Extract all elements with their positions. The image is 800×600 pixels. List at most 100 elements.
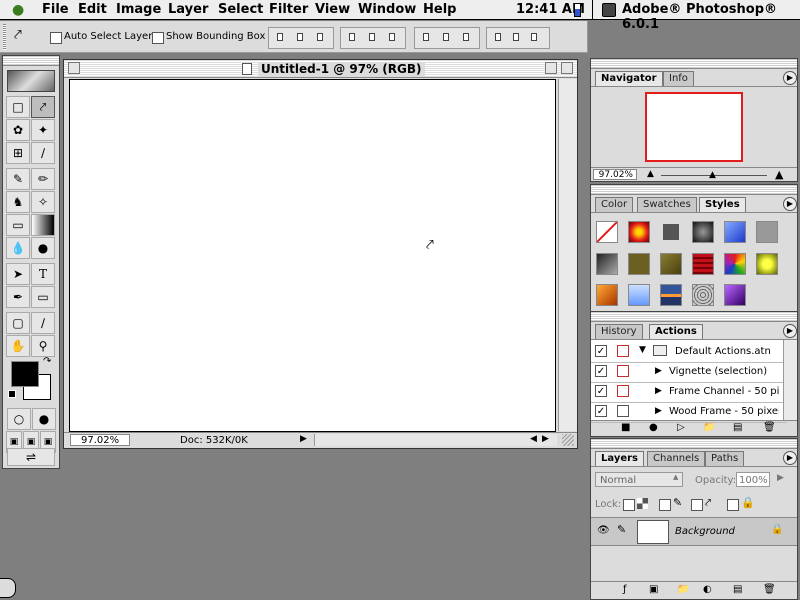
layer-brush-icon[interactable]: ✎ <box>617 523 626 536</box>
style-black-button[interactable] <box>692 221 714 243</box>
distribute-top-buttons[interactable] <box>414 27 480 49</box>
marquee-tool-icon[interactable]: □ <box>6 96 30 118</box>
style-red-glow[interactable] <box>628 221 650 243</box>
adobe-online-logo[interactable] <box>7 70 55 92</box>
standard-mode-icon[interactable]: ○ <box>7 408 31 430</box>
navigator-menu-icon[interactable]: ▶ <box>783 71 797 85</box>
eyedropper-tool-icon[interactable]: ∕ <box>31 312 55 334</box>
action-row[interactable]: ✓ ▶ Frame Channel - 50 pixel <box>591 382 787 403</box>
style-blue-glass[interactable] <box>724 221 746 243</box>
tab-navigator[interactable]: Navigator <box>595 71 663 86</box>
new-set-icon[interactable]: 📁 <box>703 422 715 433</box>
hand-tool-icon[interactable]: ✋ <box>6 335 30 357</box>
pen-tool-icon[interactable]: ✒ <box>6 286 30 308</box>
app-name[interactable]: Adobe® Photoshop® 6.0.1 <box>622 2 800 32</box>
jump-to-imageready-icon[interactable]: ⇌ <box>7 448 55 466</box>
dialog-toggle-icon[interactable] <box>617 345 629 357</box>
align-top-buttons[interactable] <box>268 27 334 49</box>
action-toggle-checkbox[interactable]: ✓ <box>595 345 607 357</box>
tab-layers[interactable]: Layers <box>595 451 644 466</box>
scroll-right-icon[interactable]: ▶ <box>542 434 549 444</box>
delete-layer-icon[interactable]: 🗑 <box>763 584 776 595</box>
tab-info[interactable]: Info <box>663 71 694 86</box>
apple-menu-icon[interactable]: ● <box>12 2 24 18</box>
menu-help[interactable]: Help <box>423 2 456 17</box>
align-left-buttons[interactable] <box>340 27 406 49</box>
navigator-preview[interactable] <box>591 86 797 167</box>
menu-select[interactable]: Select <box>218 2 263 17</box>
document-collapse-box[interactable] <box>561 62 573 74</box>
type-tool-icon[interactable]: T <box>31 263 55 285</box>
action-toggle-checkbox[interactable]: ✓ <box>595 385 607 397</box>
swap-colors-icon[interactable]: ↷ <box>43 356 51 367</box>
canvas[interactable]: ⤤ <box>69 79 556 432</box>
style-gray-flat[interactable] <box>756 221 778 243</box>
action-row[interactable]: ✓ ▶ Vignette (selection) <box>591 362 787 383</box>
tab-swatches[interactable]: Swatches <box>637 197 697 212</box>
zoom-out-icon[interactable]: ▲ <box>647 169 654 179</box>
layer-thumbnail[interactable] <box>637 520 669 544</box>
tab-actions[interactable]: Actions <box>649 324 703 339</box>
navigator-view-box[interactable] <box>645 92 743 162</box>
tab-paths[interactable]: Paths <box>705 451 745 466</box>
menu-layer[interactable]: Layer <box>168 2 208 17</box>
stop-button-icon[interactable]: ■ <box>621 422 630 433</box>
eraser-tool-icon[interactable]: ▭ <box>6 214 30 236</box>
menu-edit[interactable]: Edit <box>78 2 107 17</box>
dialog-toggle-icon[interactable] <box>617 405 629 417</box>
collapsed-triangle-icon[interactable]: ▶ <box>655 366 662 376</box>
zoom-tool-icon[interactable]: ⚲ <box>31 335 55 357</box>
lasso-tool-icon[interactable]: ✿ <box>6 119 30 141</box>
menu-window[interactable]: Window <box>358 2 416 17</box>
new-layer-set-icon[interactable]: 📁 <box>677 584 689 595</box>
menu-filter[interactable]: Filter <box>269 2 308 17</box>
style-yellow-glow[interactable] <box>756 253 778 275</box>
slice-tool-icon[interactable]: ∕ <box>31 142 55 164</box>
lock-image-checkbox[interactable] <box>659 499 671 511</box>
toolbox-titlebar[interactable] <box>3 56 59 66</box>
tab-styles[interactable]: Styles <box>699 197 746 212</box>
gradient-tool-icon[interactable] <box>31 214 55 236</box>
collapsed-triangle-icon[interactable]: ▶ <box>655 406 662 416</box>
actions-titlebar[interactable] <box>591 312 797 322</box>
layers-titlebar[interactable] <box>591 439 797 449</box>
blur-tool-icon[interactable]: 💧 <box>6 237 30 259</box>
styles-titlebar[interactable] <box>591 185 797 195</box>
style-rainbow[interactable] <box>724 253 746 275</box>
collapsed-triangle-icon[interactable]: ▶ <box>655 386 662 396</box>
actions-scrollbar[interactable] <box>783 340 797 421</box>
new-layer-icon[interactable]: ▤ <box>733 584 742 595</box>
style-olive-bevel[interactable] <box>660 253 682 275</box>
magic-wand-tool-icon[interactable]: ✦ <box>31 119 55 141</box>
layer-style-icon[interactable]: ƒ <box>623 584 627 595</box>
dialog-toggle-icon[interactable] <box>617 365 629 377</box>
style-red-stripes[interactable] <box>692 253 714 275</box>
move-tool-preset-icon[interactable]: ⤤ <box>14 27 22 43</box>
scroll-left-icon[interactable]: ◀ <box>530 434 537 444</box>
dodge-tool-icon[interactable]: ● <box>31 237 55 259</box>
desktop-tab-icon[interactable] <box>0 578 16 598</box>
resize-grip-icon[interactable] <box>562 434 574 446</box>
style-sunset[interactable] <box>660 284 682 306</box>
action-toggle-checkbox[interactable]: ✓ <box>595 405 607 417</box>
layer-name[interactable]: Background <box>675 526 735 537</box>
visibility-eye-icon[interactable]: 👁 <box>597 525 610 536</box>
options-grip[interactable] <box>3 24 6 50</box>
lock-transparency-checkbox[interactable] <box>623 499 635 511</box>
lock-all-checkbox[interactable] <box>727 499 739 511</box>
blend-mode-select[interactable]: Normal <box>595 472 683 487</box>
paintbrush-tool-icon[interactable]: ✏ <box>31 168 55 190</box>
document-close-box[interactable] <box>68 62 80 74</box>
play-button-icon[interactable]: ▷ <box>677 422 685 433</box>
style-sky-blue[interactable] <box>628 284 650 306</box>
history-brush-tool-icon[interactable]: ✧ <box>31 191 55 213</box>
photoshop-app-icon[interactable] <box>602 3 616 17</box>
style-gray-bevel[interactable] <box>660 221 682 243</box>
rectangle-tool-icon[interactable]: ▭ <box>31 286 55 308</box>
expand-triangle-icon[interactable]: ▼ <box>639 345 646 355</box>
layer-row-background[interactable]: 👁 ✎ Background 🔒 <box>591 518 797 546</box>
add-mask-icon[interactable]: ▣ <box>649 584 658 595</box>
zoom-in-icon[interactable]: ▲ <box>775 168 783 181</box>
tab-history[interactable]: History <box>595 324 643 339</box>
navigator-titlebar[interactable] <box>591 59 797 69</box>
